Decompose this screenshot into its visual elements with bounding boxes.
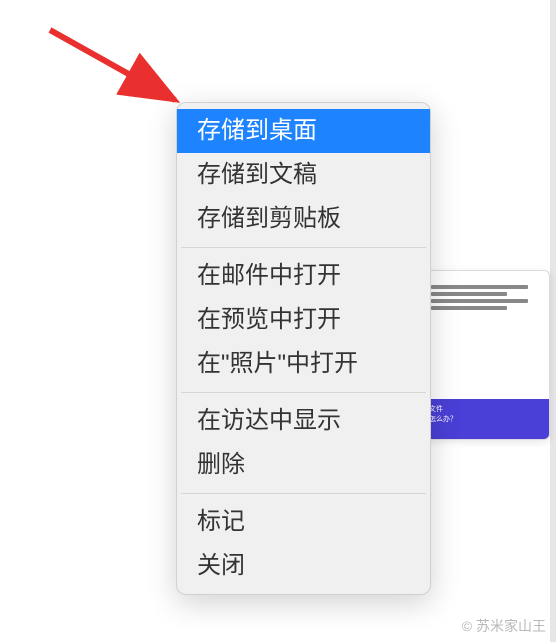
- menu-save-to-desktop[interactable]: 存储到桌面: [177, 109, 430, 153]
- right-edge-border: [550, 0, 556, 642]
- annotation-arrow: [40, 20, 200, 120]
- screenshot-thumbnail[interactable]: 文件 怎么办？: [420, 270, 550, 440]
- menu-show-in-finder[interactable]: 在访达中显示: [177, 399, 430, 443]
- screenshot-context-menu: 存储到桌面存储到文稿存储到剪贴板在邮件中打开在预览中打开在"照片"中打开在访达中…: [176, 102, 431, 595]
- menu-separator: [181, 392, 426, 393]
- thumbnail-content: [421, 271, 549, 327]
- menu-save-to-documents[interactable]: 存储到文稿: [177, 153, 430, 197]
- menu-open-in-mail[interactable]: 在邮件中打开: [177, 254, 430, 298]
- watermark-text: © 苏米家山王: [462, 616, 546, 636]
- thumbnail-banner: 文件 怎么办？: [421, 399, 549, 439]
- menu-separator: [181, 493, 426, 494]
- menu-delete[interactable]: 删除: [177, 443, 430, 487]
- menu-open-in-photos[interactable]: 在"照片"中打开: [177, 342, 430, 386]
- menu-separator: [181, 247, 426, 248]
- thumbnail-banner-line1: 文件: [429, 406, 443, 413]
- thumbnail-banner-line2: 怎么办？: [429, 416, 457, 423]
- menu-close[interactable]: 关闭: [177, 544, 430, 588]
- menu-markup[interactable]: 标记: [177, 500, 430, 544]
- menu-save-to-clipboard[interactable]: 存储到剪贴板: [177, 197, 430, 241]
- menu-open-in-preview[interactable]: 在预览中打开: [177, 298, 430, 342]
